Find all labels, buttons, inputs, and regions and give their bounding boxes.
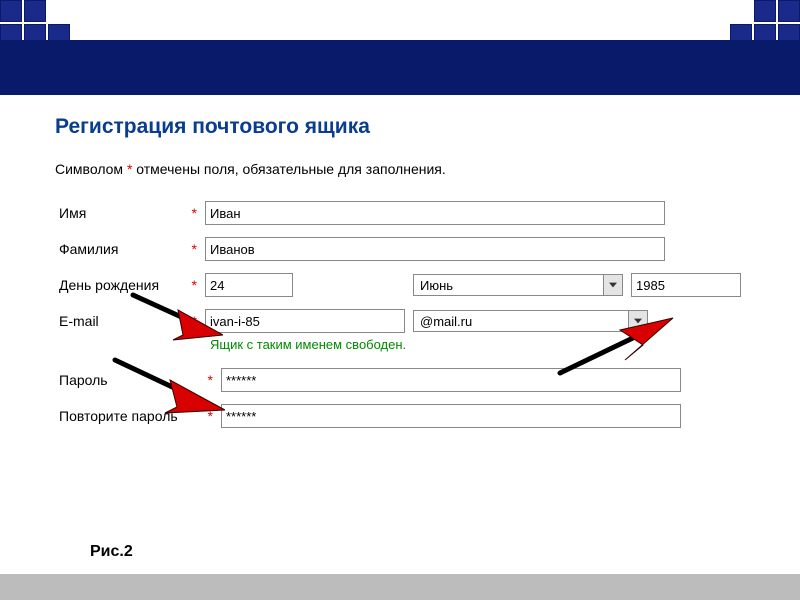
- figure-caption: Рис.2: [90, 543, 133, 561]
- password-label: Пароль: [55, 362, 193, 398]
- asterisk-icon: *: [192, 313, 197, 329]
- row-name: Имя *: [55, 195, 745, 231]
- surname-label: Фамилия: [55, 231, 181, 267]
- row-dob: День рождения * Июнь: [55, 267, 745, 303]
- row-password: Пароль *: [55, 362, 685, 398]
- asterisk-icon: *: [192, 277, 197, 293]
- surname-input[interactable]: [205, 237, 665, 261]
- page-title: Регистрация почтового ящика: [55, 115, 745, 139]
- dob-day-input[interactable]: [205, 273, 293, 297]
- email-label: E-mail: [55, 303, 181, 339]
- asterisk-icon: *: [208, 372, 213, 388]
- row-password2: Повторите пароль *: [55, 398, 685, 434]
- dob-month-select[interactable]: Июнь: [413, 274, 623, 296]
- dob-label: День рождения: [55, 267, 181, 303]
- name-label: Имя: [55, 195, 181, 231]
- email-user-input[interactable]: [205, 309, 405, 333]
- name-input[interactable]: [205, 201, 665, 225]
- note-text-after: отмечены поля, обязательные для заполнен…: [132, 161, 445, 177]
- footer-bar: [0, 574, 800, 600]
- password-input[interactable]: [221, 368, 681, 392]
- header-banner: [0, 40, 800, 95]
- dob-month-value: Июнь: [414, 275, 459, 295]
- row-email: E-mail * @mail.ru: [55, 303, 745, 339]
- asterisk-icon: *: [208, 408, 213, 424]
- chevron-down-icon: [628, 311, 647, 331]
- email-domain-value: @mail.ru: [414, 311, 478, 331]
- chevron-down-icon: [603, 275, 622, 295]
- email-domain-select[interactable]: @mail.ru: [413, 310, 648, 332]
- asterisk-icon: *: [192, 205, 197, 221]
- password2-label: Повторите пароль: [55, 398, 193, 434]
- dob-year-input[interactable]: [631, 273, 741, 297]
- email-available-hint: Ящик с таким именем свободен.: [55, 337, 745, 352]
- password2-input[interactable]: [221, 404, 681, 428]
- row-surname: Фамилия *: [55, 231, 745, 267]
- note-text-before: Символом: [55, 161, 127, 177]
- required-note: Символом * отмечены поля, обязательные д…: [55, 161, 745, 177]
- asterisk-icon: *: [192, 241, 197, 257]
